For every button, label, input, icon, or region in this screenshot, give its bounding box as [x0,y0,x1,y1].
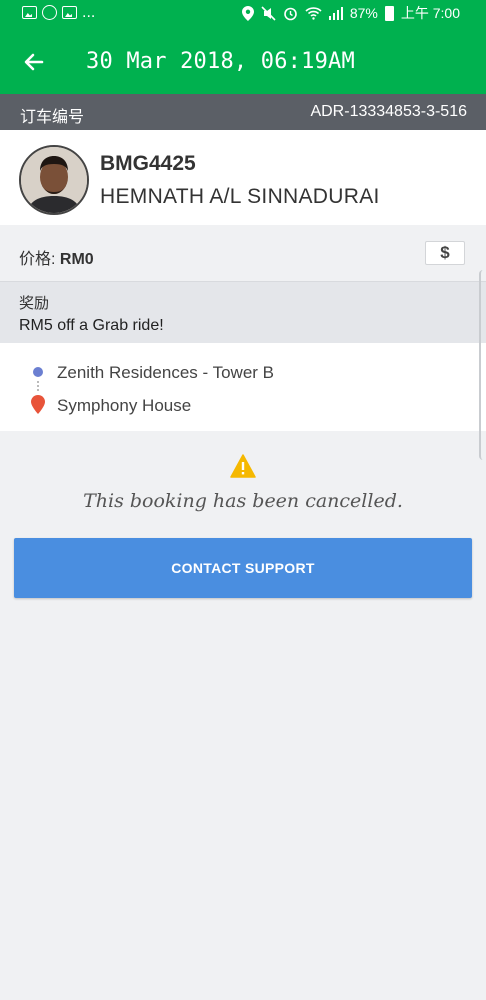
pickup-dot-icon [33,367,43,377]
driver-photo-icon [21,147,87,213]
route-connector [37,381,41,391]
booking-id-label: 订车编号 [20,109,85,126]
battery-icon [384,5,394,21]
dropoff-location: Symphony House [57,396,192,415]
page-title: 30 Mar 2018, 06:19AM [86,49,355,74]
warning-icon [230,454,256,478]
clock: 上午 7:00 [400,5,460,21]
promo-box: 奖励 RM5 off a Grab ride! [0,281,486,344]
price-value: RM0 [59,251,94,268]
booking-id-value: ADR-13334853-3-516 [310,103,467,120]
more-notifications-icon: ... [82,3,96,21]
payment-details-button[interactable]: $ [425,241,465,265]
dollar-icon: $ [440,243,450,262]
price-label: 价格: RM0 [19,245,94,269]
cancelled-message: This booking has been cancelled. [83,490,403,512]
app-bar: 30 Mar 2018, 06:19AM [0,30,486,94]
driver-name: HEMNATH A/L SINNADURAI [100,185,380,208]
signal-icon [328,7,343,20]
driver-avatar [19,145,89,215]
vehicle-plate: BMG4425 [100,152,196,175]
booking-id-bar: 订车编号 ADR-13334853-3-516 [0,94,486,130]
alarm-icon [284,7,297,20]
pickup-location: Zenith Residences - Tower B [57,363,275,382]
status-bar: ... 87% 上午 7:00 [0,0,486,30]
driver-card: BMG4425 HEMNATH A/L SINNADURAI [0,130,486,225]
price-row: 价格: RM0 $ [0,225,486,281]
back-arrow-icon[interactable] [22,50,46,74]
promo-text: RM5 off a Grab ride! [19,317,164,334]
gallery-icon [22,6,37,19]
mute-icon [261,5,276,21]
price-label-text: 价格: [19,251,60,268]
wifi-icon [305,7,322,20]
gallery-icon [62,6,77,19]
location-icon [241,5,254,21]
whatsapp-icon [42,5,57,20]
notification-icons: ... [22,3,96,21]
scroll-edge [479,270,486,460]
contact-support-label: CONTACT SUPPORT [171,560,315,576]
battery-level: 87% [349,5,378,21]
promo-label: 奖励 [19,295,50,312]
dropoff-pin-icon [31,395,45,414]
route-card: Zenith Residences - Tower B Symphony Hou… [0,343,486,431]
contact-support-button[interactable]: CONTACT SUPPORT [14,538,472,598]
system-icons: 87% 上午 7:00 [241,5,460,21]
